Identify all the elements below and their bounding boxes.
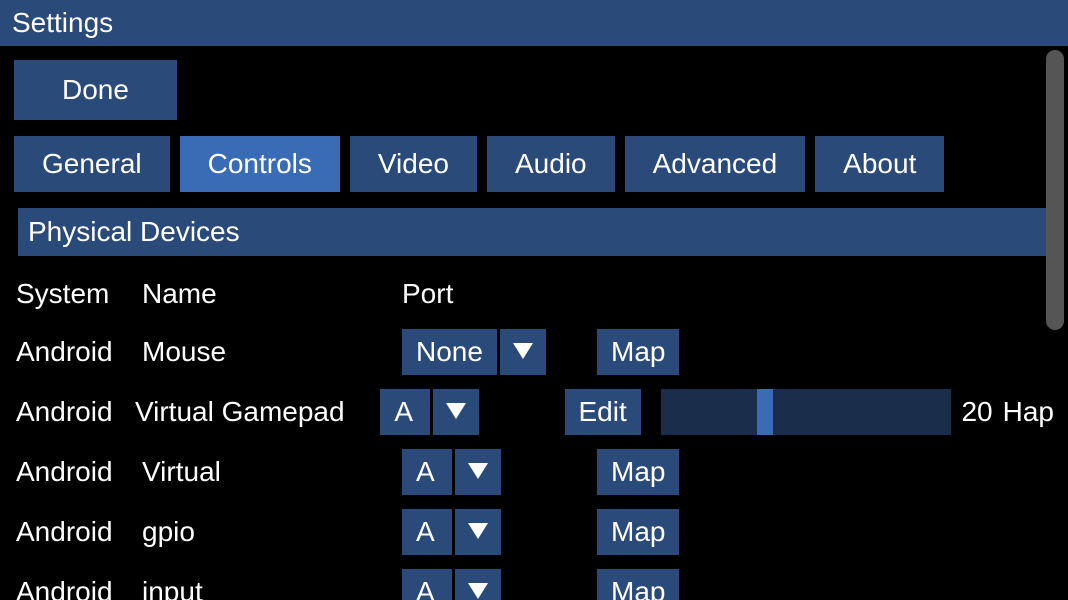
port-dropdown[interactable]: None [402, 329, 546, 375]
device-name: Virtual Gamepad [135, 396, 380, 428]
page-title: Settings [12, 7, 113, 39]
port-dropdown-arrow [500, 329, 546, 375]
device-system: Android [14, 336, 142, 368]
port-dropdown-value: None [402, 329, 497, 375]
device-name: Mouse [142, 336, 402, 368]
chevron-down-icon [446, 403, 466, 421]
port-dropdown-value: A [402, 449, 452, 495]
tabs: GeneralControlsVideoAudioAdvancedAbout [14, 136, 1054, 192]
done-button[interactable]: Done [14, 60, 177, 120]
device-system: Android [14, 576, 142, 600]
device-system: Android [14, 456, 142, 488]
chevron-down-icon [468, 463, 488, 481]
device-row: AndroidgpioA Map [14, 502, 1054, 562]
chevron-down-icon [468, 583, 488, 600]
section-header-physical-devices: Physical Devices [18, 208, 1050, 256]
map-button[interactable]: Map [597, 509, 679, 555]
table-header-row: System Name Port [14, 266, 1054, 322]
port-dropdown-value: A [380, 389, 430, 435]
edit-button[interactable]: Edit [565, 389, 641, 435]
port-dropdown[interactable]: A [402, 509, 501, 555]
chevron-down-icon [513, 343, 533, 361]
title-bar: Settings [0, 0, 1068, 46]
device-row: AndroidVirtualA Map [14, 442, 1054, 502]
port-dropdown[interactable]: A [380, 389, 479, 435]
device-row: AndroidMouseNone Map [14, 322, 1054, 382]
column-header-name: Name [142, 278, 402, 310]
device-table: System Name Port AndroidMouseNoneMapAndr… [14, 266, 1054, 600]
scrollbar-thumb[interactable] [1046, 50, 1064, 330]
device-system: Android [14, 396, 135, 428]
tab-video[interactable]: Video [350, 136, 477, 192]
haptic-slider-thumb[interactable] [757, 389, 773, 435]
chevron-down-icon [468, 523, 488, 541]
port-dropdown-arrow [455, 569, 501, 600]
device-name: gpio [142, 516, 402, 548]
port-dropdown-arrow [433, 389, 479, 435]
map-button[interactable]: Map [597, 569, 679, 600]
tab-audio[interactable]: Audio [487, 136, 615, 192]
column-header-port: Port [402, 278, 597, 310]
haptic-label: Hap [1003, 396, 1054, 428]
tab-advanced[interactable]: Advanced [625, 136, 806, 192]
device-system: Android [14, 516, 142, 548]
port-dropdown-value: A [402, 509, 452, 555]
port-dropdown-value: A [402, 569, 452, 600]
port-dropdown[interactable]: A [402, 569, 501, 600]
haptic-slider-value: 20 [961, 396, 992, 428]
port-dropdown[interactable]: A [402, 449, 501, 495]
tab-about[interactable]: About [815, 136, 944, 192]
device-row: AndroidinputA Map [14, 562, 1054, 600]
port-dropdown-arrow [455, 509, 501, 555]
tab-general[interactable]: General [14, 136, 170, 192]
map-button[interactable]: Map [597, 449, 679, 495]
port-dropdown-arrow [455, 449, 501, 495]
device-name: input [142, 576, 402, 600]
haptic-slider[interactable] [661, 389, 951, 435]
tab-controls[interactable]: Controls [180, 136, 340, 192]
column-header-system: System [14, 278, 142, 310]
device-row: AndroidVirtual GamepadA Edit 20 Hap [14, 382, 1054, 442]
map-button[interactable]: Map [597, 329, 679, 375]
device-name: Virtual [142, 456, 402, 488]
